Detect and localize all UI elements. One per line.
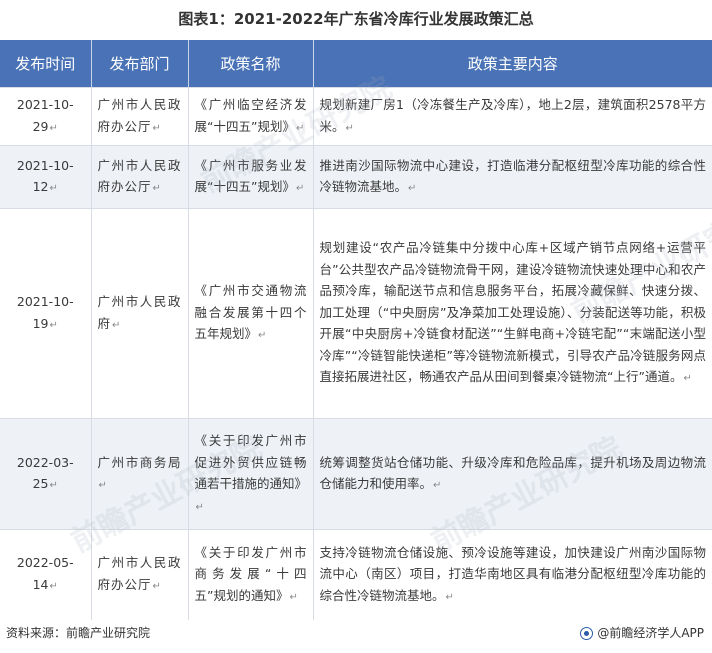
- brand-text: @前瞻经济学人APP: [597, 626, 704, 640]
- paragraph-mark-icon: ↵: [152, 183, 162, 194]
- content-text: 规划新建厂房1（冷冻餐生产及冷库），地上2层，建筑面积2578平方米。: [319, 97, 707, 134]
- paragraph-mark-icon: ↵: [152, 580, 162, 592]
- paragraph-mark-icon: ↵: [683, 373, 692, 385]
- paragraph-mark-icon: ↵: [295, 122, 305, 134]
- name-text: 《广州临空经济发展“十四五”规划》: [194, 97, 307, 134]
- cell-date: 2022-03-25↵: [0, 418, 91, 530]
- cell-name: 《广州临空经济发展“十四五”规划》↵: [187, 87, 313, 146]
- table-header-row: 发布时间 发布部门 政策名称 政策主要内容: [0, 40, 712, 88]
- paragraph-mark-icon: ↵: [289, 591, 298, 603]
- paragraph-mark-icon: ↵: [98, 480, 108, 491]
- date-text: 2021-10-19: [16, 294, 74, 331]
- paragraph-mark-icon: ↵: [195, 501, 204, 513]
- cell-date: 2021-10-12↵: [0, 145, 91, 209]
- name-text: 《广州市服务业发展“十四五”规划》: [194, 157, 307, 195]
- cell-dept: 广州市人民政府办公厅↵: [90, 87, 188, 146]
- footer: 资料来源：前瞻产业研究院 @前瞻经济学人APP: [0, 622, 712, 644]
- paragraph-mark-icon: ↵: [152, 122, 162, 134]
- header-date: 发布时间: [0, 40, 91, 88]
- name-text: 《广州市交通物流融合发展第十四个五年规划》: [194, 283, 307, 342]
- source-note: 资料来源：前瞻产业研究院: [6, 626, 151, 640]
- cell-name: 《广州市服务业发展“十四五”规划》↵: [187, 145, 313, 209]
- paragraph-mark-icon: ↵: [445, 591, 454, 603]
- date-text: 2021-10-29: [16, 97, 74, 134]
- table-row: 2022-03-25↵ 广州市商务局↵ 《关于印发广州市促进外贸供应链畅通若干措…: [0, 418, 712, 530]
- cell-dept: 广州市人民政府办公厅↵: [90, 145, 188, 209]
- cell-date: 2021-10-19↵: [0, 208, 91, 419]
- cell-content: 支持冷链物流仓储设施、预冷设施等建设，加快建设广州南沙国际物流中心（南区）项目，…: [312, 529, 712, 620]
- cell-content: 规划建设“农产品冷链集中分拨中心库+区域产销节点网络+运营平台”公共型农产品冷链…: [312, 208, 712, 419]
- cell-dept: 广州市人民政府↵: [90, 208, 188, 419]
- cell-name: 《关于印发广州市促进外贸供应链畅通若干措施的通知》 ↵: [187, 418, 313, 530]
- header-name: 政策名称: [187, 40, 313, 88]
- table-row: 2021-10-29↵ 广州市人民政府办公厅↵ 《广州临空经济发展“十四五”规划…: [0, 87, 712, 146]
- paragraph-mark-icon: ↵: [295, 183, 305, 194]
- content-text: 规划建设“农产品冷链集中分拨中心库+区域产销节点网络+运营平台”公共型农产品冷链…: [319, 240, 707, 385]
- dept-text: 广州市人民政府办公厅: [97, 97, 182, 134]
- content-text: 推进南沙国际物流中心建设，打造临港分配枢纽型冷库功能的综合性冷链物流基地。: [319, 157, 707, 195]
- content-text: 统筹调整货站仓储功能、升级冷库和危险品库，提升机场及周边物流仓储能力和使用率。: [319, 454, 707, 492]
- dept-text: 广州市人民政府: [97, 294, 182, 331]
- dept-text: 广州市人民政府办公厅: [97, 157, 182, 195]
- dept-text: 广州市人民政府办公厅: [97, 555, 182, 592]
- paragraph-mark-icon: ↵: [49, 183, 58, 194]
- paragraph-mark-icon: ↵: [433, 480, 442, 491]
- cell-dept: 广州市人民政府办公厅↵: [90, 529, 188, 620]
- paragraph-mark-icon: ↵: [49, 480, 58, 491]
- dept-text: 广州市商务局: [97, 454, 182, 470]
- paragraph-mark-icon: ↵: [408, 183, 417, 194]
- cell-content: 规划新建厂房1（冷冻餐生产及冷库），地上2层，建筑面积2578平方米。↵: [312, 87, 712, 146]
- paragraph-mark-icon: ↵: [345, 122, 354, 134]
- page-title: 图表1：2021-2022年广东省冷库行业发展政策汇总: [178, 10, 534, 28]
- date-text: 2022-05-14: [16, 555, 74, 592]
- table-row: 2021-10-19↵ 广州市人民政府↵ 《广州市交通物流融合发展第十四个五年规…: [0, 208, 712, 419]
- table-row: 2022-05-14↵ 广州市人民政府办公厅↵ 《关于印发广州市商务发展“十四五…: [0, 529, 712, 620]
- date-text: 2022-03-25: [16, 454, 74, 492]
- header-content: 政策主要内容: [312, 40, 712, 88]
- cell-date: 2021-10-29↵: [0, 87, 91, 146]
- name-text: 《关于印发广州市促进外贸供应链畅通若干措施的通知》: [194, 433, 308, 491]
- cell-name: 《广州市交通物流融合发展第十四个五年规划》↵: [187, 208, 313, 419]
- paragraph-mark-icon: ↵: [49, 319, 58, 331]
- cell-content: 推进南沙国际物流中心建设，打造临港分配枢纽型冷库功能的综合性冷链物流基地。↵: [312, 145, 712, 209]
- paragraph-mark-icon: ↵: [49, 122, 58, 134]
- date-text: 2021-10-12: [16, 157, 74, 195]
- cell-name: 《关于印发广州市商务发展“十四五”规划的通知》↵: [187, 529, 313, 620]
- paragraph-mark-icon: ↵: [112, 319, 122, 331]
- brand-logo-icon: [580, 626, 594, 640]
- paragraph-mark-icon: ↵: [49, 580, 58, 592]
- header-dept: 发布部门: [90, 40, 188, 88]
- content-text: 支持冷链物流仓储设施、预冷设施等建设，加快建设广州南沙国际物流中心（南区）项目，…: [319, 544, 707, 603]
- paragraph-mark-icon: ↵: [258, 330, 267, 342]
- cell-date: 2022-05-14↵: [0, 529, 91, 620]
- cell-dept: 广州市商务局 ↵: [90, 418, 188, 530]
- table-row: 2021-10-12↵ 广州市人民政府办公厅↵ 《广州市服务业发展“十四五”规划…: [0, 145, 712, 209]
- policy-table: 发布时间 发布部门 政策名称 政策主要内容 2021-10-29↵ 广州市人民政…: [0, 40, 712, 620]
- brand-credit: @前瞻经济学人APP: [580, 622, 704, 644]
- cell-content: 统筹调整货站仓储功能、升级冷库和危险品库，提升机场及周边物流仓储能力和使用率。↵: [312, 418, 712, 530]
